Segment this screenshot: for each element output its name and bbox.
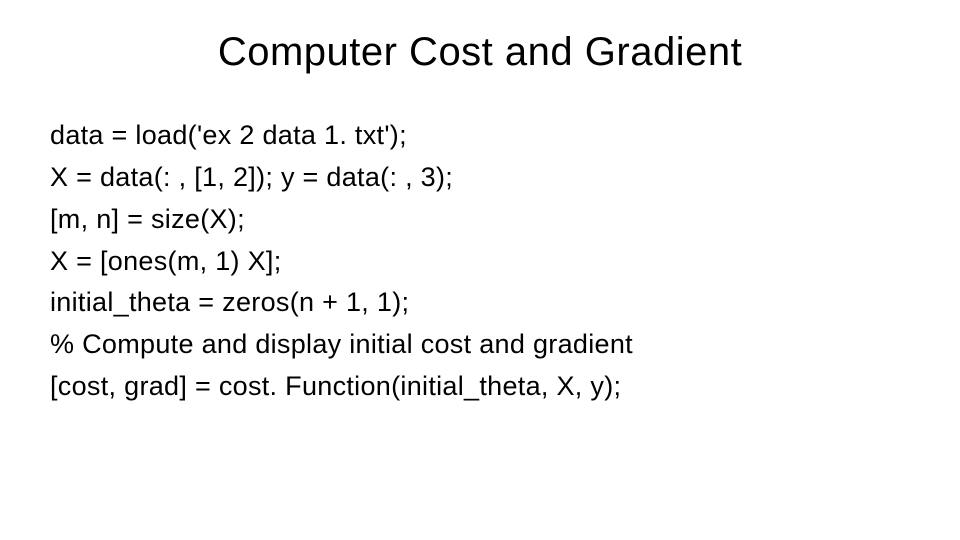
code-line-5: initial_theta = zeros(n + 1, 1); [50, 282, 910, 324]
code-line-1: data = load('ex 2 data 1. txt'); [50, 115, 910, 157]
code-line-7: [cost, grad] = cost. Function(initial_th… [50, 366, 910, 408]
code-line-3: [m, n] = size(X); [50, 199, 910, 241]
code-line-2: X = data(: , [1, 2]); y = data(: , 3); [50, 157, 910, 199]
slide-container: Computer Cost and Gradient data = load('… [0, 0, 960, 540]
code-block: data = load('ex 2 data 1. txt'); X = dat… [50, 115, 910, 408]
code-line-6: % Compute and display initial cost and g… [50, 324, 910, 366]
code-line-4: X = [ones(m, 1) X]; [50, 241, 910, 283]
slide-title: Computer Cost and Gradient [50, 30, 910, 75]
